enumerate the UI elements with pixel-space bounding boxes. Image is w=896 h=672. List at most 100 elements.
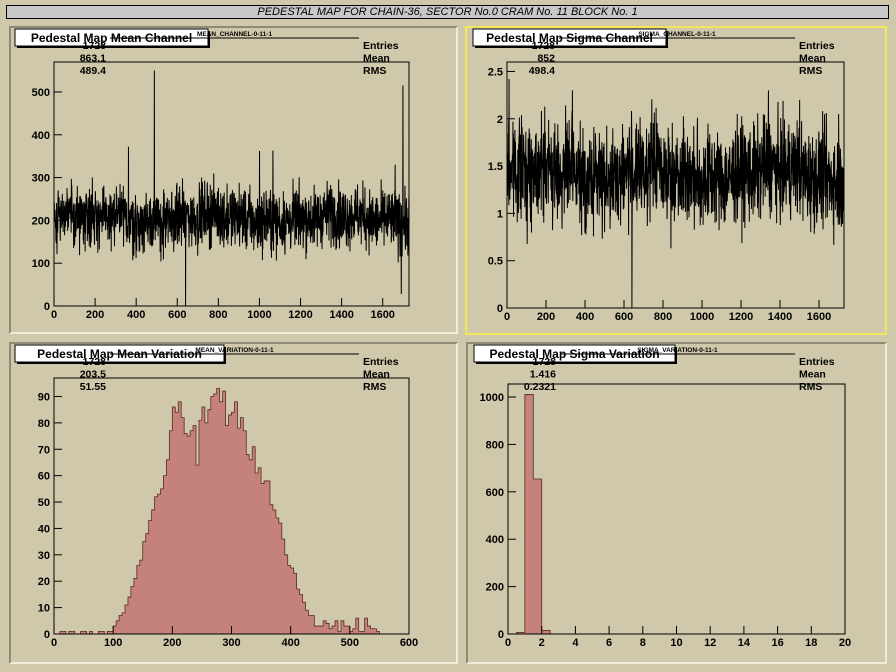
x-tick-label: 0 bbox=[505, 637, 511, 649]
stats-key: Entries bbox=[799, 40, 835, 52]
x-tick-label: 0 bbox=[504, 311, 510, 323]
y-tick-label: 60 bbox=[38, 471, 50, 483]
x-tick-label: 1400 bbox=[768, 311, 792, 323]
stats-name: MEAN_CHANNEL-0-11-1 bbox=[197, 31, 273, 38]
x-tick-label: 8 bbox=[640, 637, 646, 649]
y-tick-label: 90 bbox=[38, 391, 50, 403]
y-tick-label: 30 bbox=[38, 550, 50, 562]
stats-key: RMS bbox=[799, 381, 822, 393]
histogram-bars bbox=[508, 394, 845, 635]
x-tick-label: 200 bbox=[163, 637, 181, 649]
y-tick-label: 10 bbox=[38, 603, 50, 615]
x-tick-label: 1200 bbox=[288, 309, 312, 321]
x-tick-label: 6 bbox=[606, 637, 612, 649]
stats-key: RMS bbox=[799, 65, 822, 77]
x-tick-label: 2 bbox=[539, 637, 545, 649]
stats-name: SIGMA_CHANNEL-0-11-1 bbox=[638, 31, 716, 38]
y-tick-label: 400 bbox=[486, 534, 504, 546]
y-tick-label: 80 bbox=[38, 418, 50, 430]
data-line bbox=[506, 79, 845, 309]
chart-mean-variation: 0 100 200 300 400 500 6000102030405060708090Pe… bbox=[14, 344, 418, 649]
pad-mean-variation[interactable]: 0 100 200 300 400 500 600 0 10 20 30 40 50 60 70 80 90 Pe… bbox=[9, 342, 458, 664]
stats-value: 489.4 bbox=[80, 65, 106, 77]
x-tick-label: 12 bbox=[704, 637, 716, 649]
y-tick-label: 300 bbox=[32, 173, 50, 185]
pad-mean-channel[interactable]: 0 200 400 600 800 1000 1200 1400 1600 0 100 200 300 4… bbox=[9, 26, 458, 334]
stats-key: Entries bbox=[363, 356, 399, 368]
y-tick-label: 1.5 bbox=[488, 161, 503, 173]
stats-key: Mean bbox=[799, 369, 826, 381]
y-tick-label: 800 bbox=[486, 439, 504, 451]
stats-key: Mean bbox=[363, 53, 390, 65]
stats-value: 0.2321 bbox=[524, 381, 556, 393]
y-tick-label: 0 bbox=[498, 629, 504, 641]
y-tick-label: 50 bbox=[38, 497, 50, 509]
stats-value: 863.1 bbox=[80, 53, 106, 65]
x-tick-label: 800 bbox=[209, 309, 227, 321]
x-tick-label: 20 bbox=[839, 637, 851, 649]
y-tick-label: 0 bbox=[44, 301, 50, 313]
y-tick-label: 400 bbox=[32, 130, 50, 142]
y-tick-label: 1000 bbox=[480, 392, 504, 404]
x-tick-label: 300 bbox=[222, 637, 240, 649]
x-tick-label: 600 bbox=[400, 637, 418, 649]
x-tick-label: 1600 bbox=[370, 309, 394, 321]
x-tick-label: 1600 bbox=[807, 311, 831, 323]
x-tick-label: 600 bbox=[615, 311, 633, 323]
x-tick-label: 600 bbox=[168, 309, 186, 321]
stats-value: 1728 bbox=[532, 40, 556, 52]
data-line bbox=[53, 70, 410, 307]
stats-key: RMS bbox=[363, 65, 386, 77]
plot-frame bbox=[507, 383, 846, 635]
x-tick-label: 200 bbox=[537, 311, 555, 323]
x-tick-label: 1000 bbox=[690, 311, 714, 323]
x-tick-label: 400 bbox=[127, 309, 145, 321]
chart-sigma-channel: 0 200 400 600 800 1000 1200 1400 1600 0 0.5 1 1.5 2 2.… bbox=[472, 28, 845, 323]
y-tick-label: 100 bbox=[32, 258, 50, 270]
y-tick-label: 1 bbox=[497, 208, 503, 220]
y-tick-label: 0 bbox=[497, 303, 503, 315]
x-tick-label: 14 bbox=[738, 637, 751, 649]
stats-value: 203.5 bbox=[80, 369, 106, 381]
x-tick-label: 200 bbox=[86, 309, 104, 321]
stats-key: Entries bbox=[799, 356, 835, 368]
x-tick-label: 1000 bbox=[247, 309, 271, 321]
x-tick-label: 10 bbox=[670, 637, 682, 649]
x-tick-label: 4 bbox=[572, 637, 579, 649]
x-tick-label: 100 bbox=[104, 637, 122, 649]
pad-sigma-variation[interactable]: 0 2 4 6 8 10 12 14 16 18 20 0 200 400 600 800 1000 Pedest… bbox=[466, 342, 887, 664]
stats-key: Mean bbox=[363, 369, 390, 381]
stats-value: 498.4 bbox=[529, 65, 555, 77]
histogram-bars bbox=[54, 388, 409, 635]
x-tick-label: 500 bbox=[341, 637, 359, 649]
chart-mean-channel: 0 200 400 600 800 1000 1200 1400 1600 0 100 200 300 4… bbox=[14, 28, 410, 321]
stats-value: 51.55 bbox=[80, 381, 106, 393]
canvas: PEDESTAL MAP FOR CHAIN-36, SECTOR No.0 C… bbox=[0, 0, 896, 672]
stats-name: SIGMA_VARIATION-0-11-1 bbox=[637, 347, 718, 354]
stats-value: 1728 bbox=[83, 40, 107, 52]
y-tick-label: 40 bbox=[38, 523, 50, 535]
stats-name: MEAN_VARIATION-0-11-1 bbox=[195, 347, 274, 354]
x-tick-label: 0 bbox=[51, 637, 57, 649]
y-tick-label: 70 bbox=[38, 444, 50, 456]
chart-sigma-variation: 0 2 4 6 8 10 12 14 16 18 2002004006008001000Pedest… bbox=[473, 344, 851, 649]
y-tick-label: 0.5 bbox=[488, 256, 503, 268]
y-tick-label: 200 bbox=[32, 215, 50, 227]
y-tick-label: 2 bbox=[497, 114, 503, 126]
y-tick-label: 600 bbox=[486, 487, 504, 499]
x-tick-label: 1400 bbox=[329, 309, 353, 321]
y-tick-label: 2.5 bbox=[488, 66, 503, 78]
stats-key: Entries bbox=[363, 40, 399, 52]
stats-key: Mean bbox=[799, 53, 826, 65]
x-tick-label: 400 bbox=[576, 311, 594, 323]
x-tick-label: 400 bbox=[281, 637, 299, 649]
pad-sigma-channel[interactable]: 0 200 400 600 800 1000 1200 1400 1600 0 0.5 1 1.5 2 2.… bbox=[465, 26, 887, 335]
stats-value: 1728 bbox=[533, 356, 557, 368]
y-tick-label: 20 bbox=[38, 576, 50, 588]
x-tick-label: 0 bbox=[51, 309, 57, 321]
y-tick-label: 0 bbox=[44, 629, 50, 641]
stats-value: 1.416 bbox=[530, 369, 556, 381]
stats-value: 852 bbox=[537, 53, 555, 65]
y-tick-label: 500 bbox=[32, 87, 50, 99]
x-tick-label: 18 bbox=[805, 637, 817, 649]
